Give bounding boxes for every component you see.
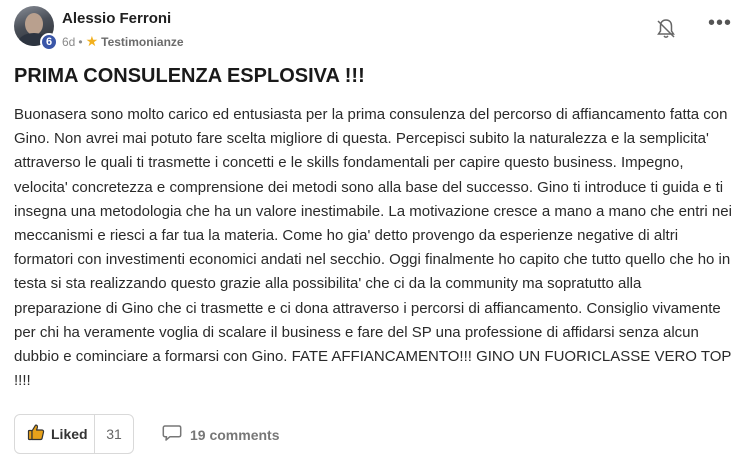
like-count[interactable]: 31 [95, 426, 133, 442]
thumbs-up-icon [27, 423, 45, 446]
category-link[interactable]: Testimonianze [101, 35, 183, 49]
like-label: Liked [51, 426, 88, 442]
star-icon: ★ [85, 33, 99, 49]
comments-button[interactable]: 19 comments [162, 424, 279, 445]
post-body: Buonasera sono molto carico ed entusiast… [14, 106, 732, 390]
meta-separator: • [78, 34, 83, 49]
post-meta: 6d • ★ Testimonianze [62, 33, 184, 50]
notification-bell-off-icon[interactable] [656, 18, 676, 40]
post-time[interactable]: 6d [62, 35, 75, 49]
comment-bubble-icon [162, 424, 182, 445]
more-options-icon[interactable]: ••• [708, 13, 732, 33]
author-name[interactable]: Alessio Ferroni [62, 10, 171, 27]
like-button[interactable]: Liked 31 [14, 414, 134, 454]
post-header: 6 Alessio Ferroni 6d • ★ Testimonianze •… [14, 6, 736, 51]
post-title: PRIMA CONSULENZA ESPLOSIVA !!! [14, 65, 365, 87]
level-badge: 6 [40, 33, 58, 51]
comments-count-label: 19 comments [190, 426, 280, 443]
